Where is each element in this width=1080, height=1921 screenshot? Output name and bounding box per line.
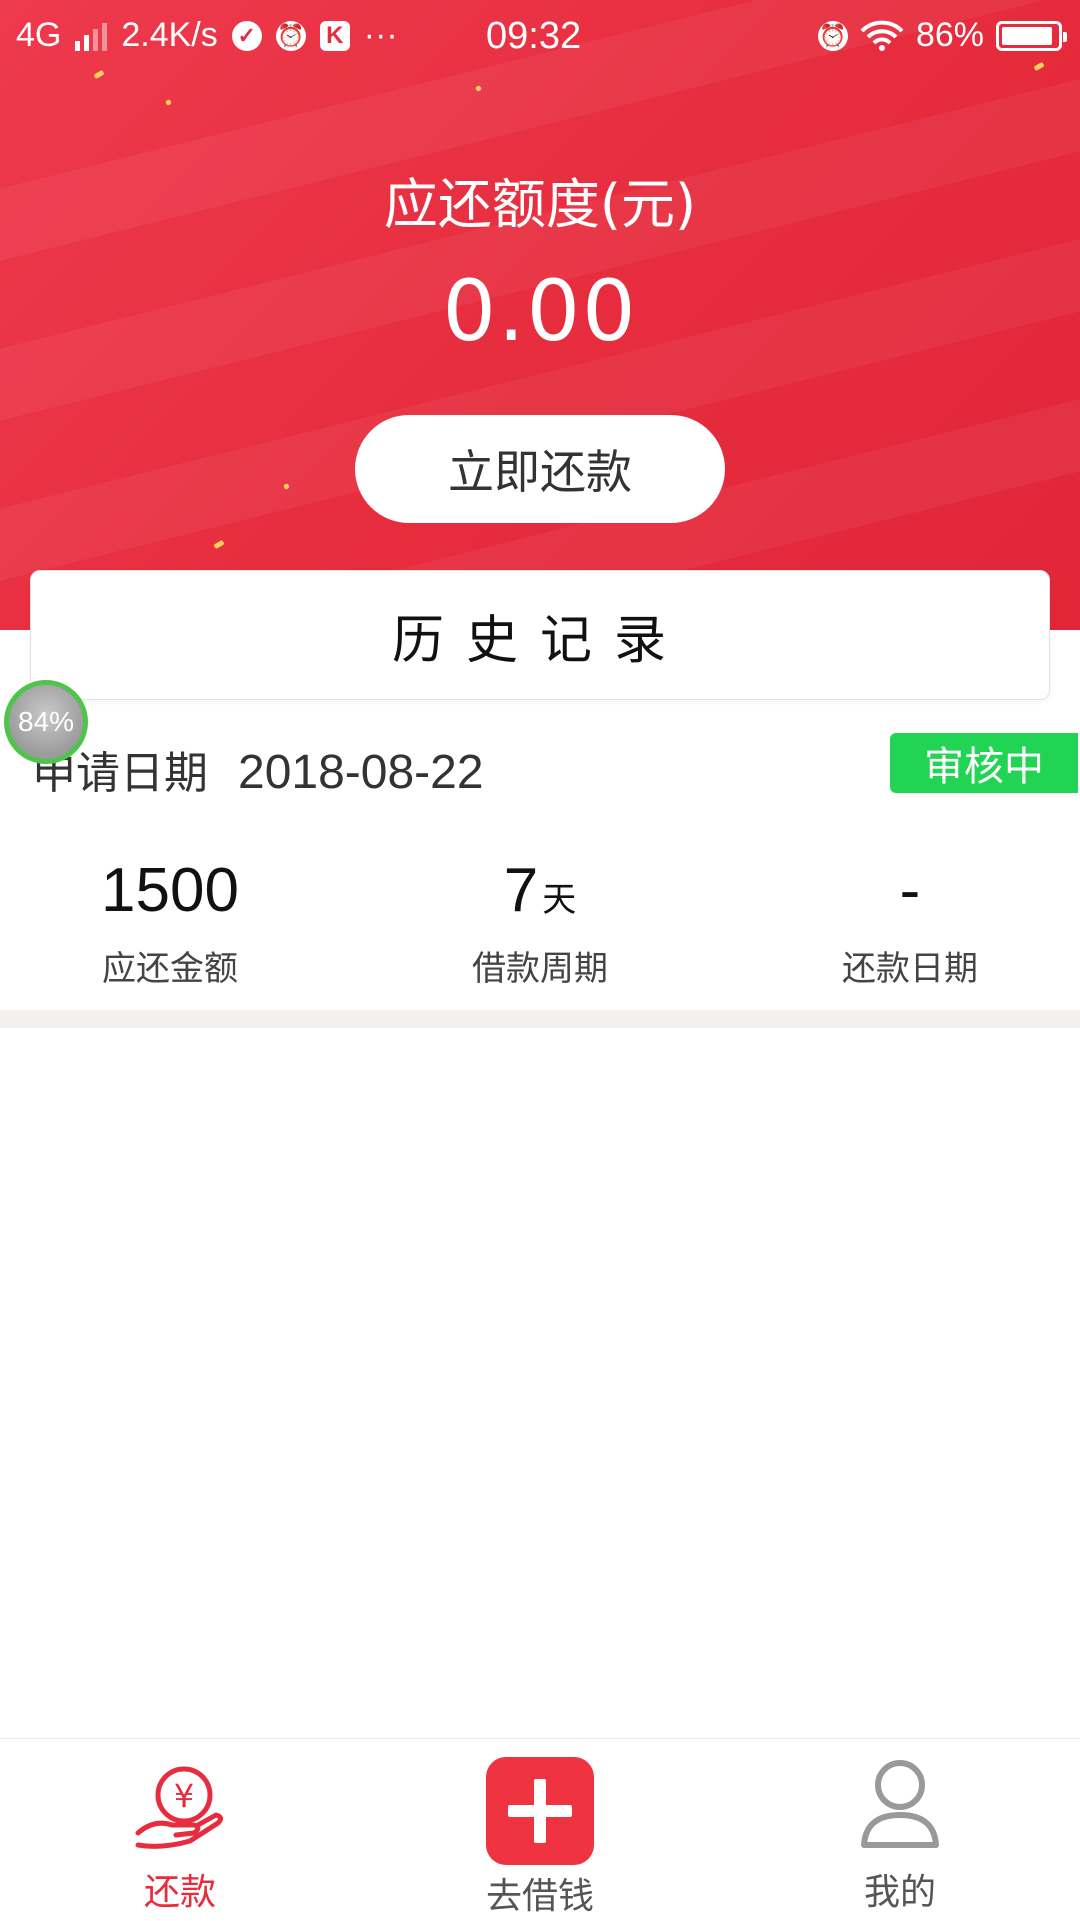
stat-label: 借款周期 <box>472 949 608 989</box>
amount-due-value: 0.00 <box>442 262 638 360</box>
plus-icon <box>486 1757 594 1865</box>
hero-banner: 应还额度(元) 0.00 立即还款 <box>0 0 1080 630</box>
tab-mine[interactable]: 我的 <box>750 1739 1050 1921</box>
status-bar: 4G 2.4K/s ✓ ⏰ K ··· 09:32 ⏰ 86% <box>0 0 1080 74</box>
stat-loan-period: 7天 借款周期 <box>340 855 740 990</box>
tab-label: 我的 <box>863 1872 936 1913</box>
apply-date-value: 2018-08-22 <box>238 746 484 799</box>
confetti-decoration <box>165 99 172 106</box>
alarm-icon: ⏰ <box>817 20 848 51</box>
battery-icon <box>996 20 1067 51</box>
loan-record[interactable]: 申请日期 2018-08-22 审核中 1500 应还金额 7天 借款周期 - 还… <box>0 725 1080 1010</box>
stat-amount-due: 1500 应还金额 <box>0 855 340 990</box>
apply-date: 申请日期 2018-08-22 <box>32 737 484 801</box>
network-type: 4G <box>16 16 62 54</box>
app-k-icon: K <box>319 20 350 51</box>
clock: 09:32 <box>486 15 582 57</box>
network-speed: 2.4K/s <box>121 16 218 54</box>
stat-value: - <box>899 856 921 925</box>
tab-label: 去借钱 <box>485 1876 594 1917</box>
battery-percent: 86% <box>915 16 984 54</box>
bottom-tab-bar: ¥ 还款 去借钱 我的 <box>0 1738 1080 1921</box>
status-badge: 审核中 <box>890 733 1078 793</box>
tab-label: 还款 <box>143 1872 216 1913</box>
amount-due-title: 应还额度(元) <box>383 173 697 236</box>
stat-value: 7 <box>503 856 539 925</box>
section-divider <box>0 1010 1080 1028</box>
stat-label: 应还金额 <box>102 949 238 989</box>
wifi-icon <box>860 20 904 51</box>
hand-yuan-icon: ¥ <box>135 1766 224 1849</box>
user-icon <box>861 1760 939 1848</box>
more-notifications-icon: ··· <box>363 16 398 54</box>
stat-unit: 天 <box>542 881 577 919</box>
stat-value: 1500 <box>101 856 239 925</box>
tab-repay[interactable]: ¥ 还款 <box>30 1739 330 1921</box>
signal-icon <box>75 21 108 51</box>
history-records-header[interactable]: 历史记录 <box>30 570 1050 700</box>
check-icon: ✓ <box>231 20 262 51</box>
confetti-decoration <box>213 539 225 550</box>
repay-now-button[interactable]: 立即还款 <box>355 415 725 523</box>
alarm-icon: ⏰ <box>275 20 306 51</box>
floating-assistant-ball[interactable]: 84% <box>4 680 88 764</box>
svg-text:¥: ¥ <box>174 1777 194 1815</box>
tab-borrow[interactable]: 去借钱 <box>390 1739 690 1921</box>
stat-repay-date: - 还款日期 <box>740 855 1080 990</box>
stat-label: 还款日期 <box>842 949 978 989</box>
